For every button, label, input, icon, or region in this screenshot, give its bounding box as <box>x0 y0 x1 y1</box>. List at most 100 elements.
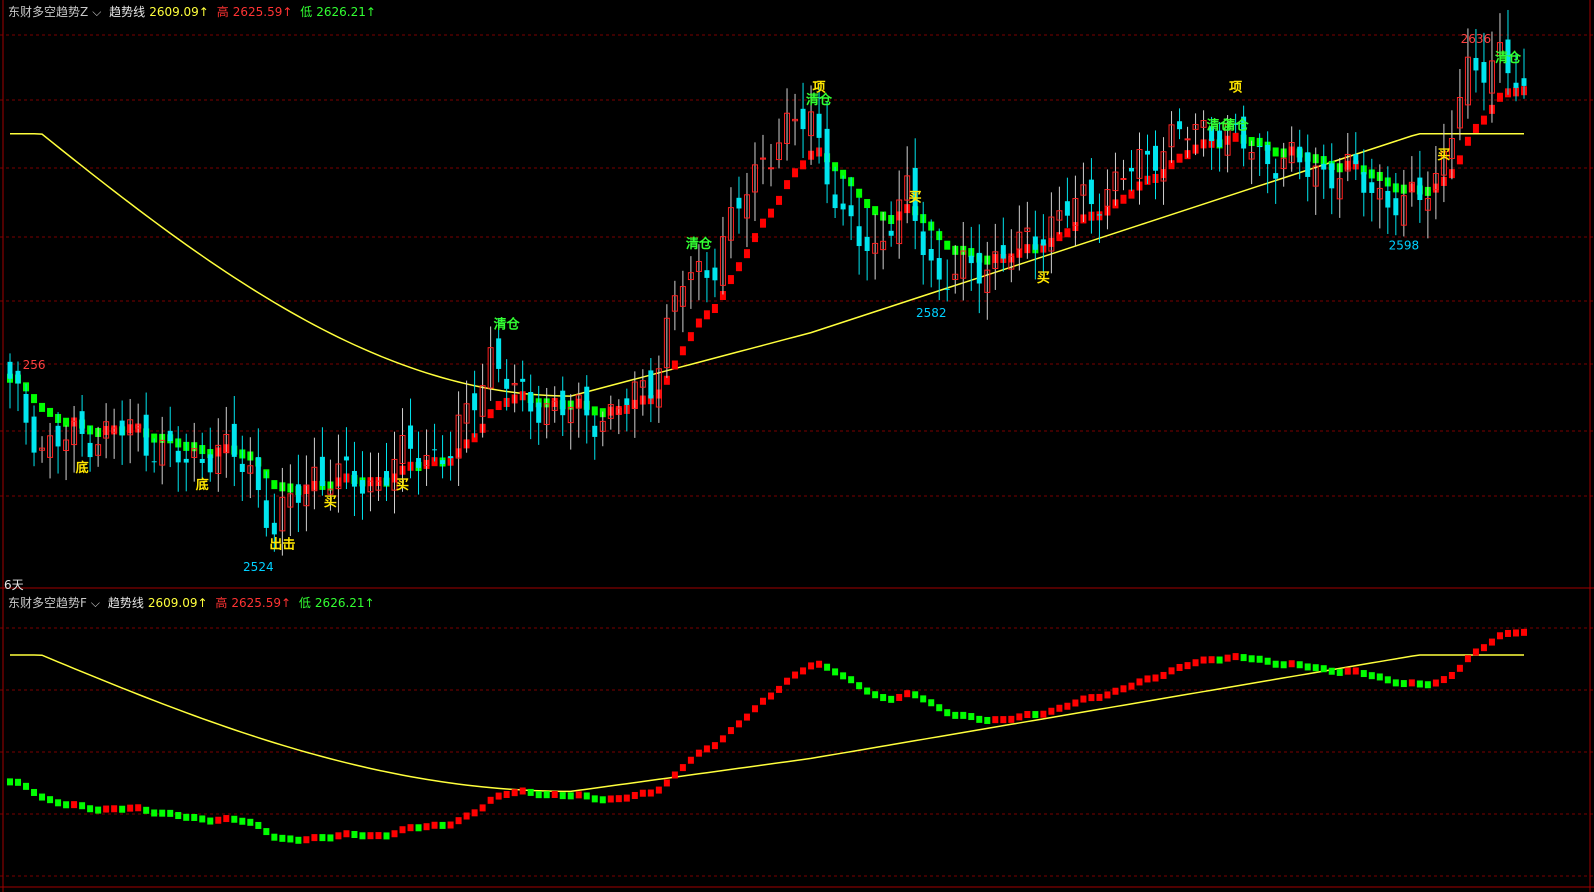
bottom-high-value: 2625.59↑ <box>231 596 292 610</box>
trend-block <box>759 218 766 228</box>
trend-block-lower <box>776 685 783 693</box>
trend-block-lower <box>1184 662 1191 670</box>
candle-body <box>712 267 718 281</box>
candle-body <box>255 457 261 491</box>
trend-block-lower <box>559 792 566 800</box>
trend-block-lower <box>1480 644 1487 652</box>
trend-block-lower <box>295 836 302 844</box>
trend-block-lower <box>816 660 823 668</box>
trend-block <box>687 332 694 342</box>
trend-block-lower <box>1464 655 1471 663</box>
trend-block-lower <box>1224 654 1231 662</box>
signal-label: 买 <box>324 495 337 510</box>
bottom-trend-value: 2609.09↑ <box>147 596 208 610</box>
price-mark: 256 <box>23 358 46 372</box>
trend-block <box>671 360 678 370</box>
trend-block-lower <box>423 823 430 831</box>
trend-block-lower <box>263 828 270 836</box>
trend-block-lower <box>1168 667 1175 675</box>
trend-block-lower <box>639 789 646 797</box>
trend-block-lower <box>1216 656 1223 664</box>
trend-block-lower <box>631 791 638 799</box>
candle-body <box>1321 163 1327 170</box>
trend-block-lower <box>751 705 758 713</box>
trend-block-lower <box>1008 715 1015 723</box>
trend-block-lower <box>687 756 694 764</box>
candle-body <box>1297 146 1303 163</box>
trend-block-lower <box>519 787 526 795</box>
candle-body <box>231 423 237 457</box>
candle-body <box>15 370 21 384</box>
trend-block-lower <box>1256 655 1263 663</box>
trend-block-lower <box>1280 661 1287 669</box>
candle-body <box>1305 152 1311 177</box>
trend-block-lower <box>1128 682 1135 690</box>
candle-body <box>440 460 446 464</box>
candle-body <box>383 471 389 486</box>
trend-block-lower <box>359 832 366 840</box>
trend-block-lower <box>95 806 102 814</box>
trend-block-lower <box>1504 629 1511 637</box>
trend-block-lower <box>247 818 254 826</box>
candle-body <box>1417 177 1423 201</box>
candle-body <box>87 442 93 458</box>
chevron-down-icon[interactable]: ⌵ <box>91 596 100 610</box>
trend-block <box>864 199 871 209</box>
trend-block-lower <box>904 690 911 698</box>
candle-body <box>1064 201 1070 216</box>
trend-block-lower <box>727 727 734 735</box>
candle-body <box>1177 121 1183 130</box>
trend-block-lower <box>1024 710 1031 718</box>
signal-label: 项 <box>1229 80 1242 95</box>
trend-block-lower <box>663 779 670 787</box>
top-high-value: 2625.59↑ <box>232 5 293 19</box>
trend-block-lower <box>1344 667 1351 675</box>
trend-block-lower <box>1368 672 1375 680</box>
trend-block-lower <box>511 789 518 797</box>
signal-label: 买 <box>1437 148 1450 163</box>
trend-block-lower <box>1424 681 1431 689</box>
candle-body <box>1040 239 1046 246</box>
top-indicator-name[interactable]: 东财多空趋势Z <box>8 5 88 19</box>
chevron-down-icon[interactable]: ⌵ <box>92 5 101 19</box>
candle-body <box>816 113 822 138</box>
candle-body <box>359 480 365 494</box>
trend-block-lower <box>15 778 22 786</box>
candle-body <box>1369 182 1375 193</box>
trend-block-lower <box>1160 671 1167 679</box>
trend-block-lower <box>551 790 558 798</box>
candle-body <box>1257 146 1263 148</box>
trend-block <box>1232 132 1239 142</box>
trend-block-lower <box>167 809 174 817</box>
trend-block-lower <box>103 805 110 813</box>
trend-block-lower <box>1192 659 1199 667</box>
candle-body <box>119 420 125 436</box>
candle-body <box>848 205 854 217</box>
trend-block-lower <box>1032 711 1039 719</box>
trend-block-lower <box>311 834 318 842</box>
trend-block-lower <box>759 697 766 705</box>
trend-block <box>63 417 70 427</box>
trend-block-lower <box>888 695 895 703</box>
trend-block-lower <box>1392 679 1399 687</box>
candle-body <box>1000 245 1006 259</box>
trend-block-lower <box>1376 673 1383 681</box>
trend-block-lower <box>199 815 206 823</box>
trend-block-lower <box>1352 667 1359 675</box>
bottom-indicator-name[interactable]: 东财多空趋势F <box>8 596 87 610</box>
trend-block-lower <box>303 836 310 844</box>
trend-block-lower <box>808 662 815 670</box>
kline-chart[interactable]: 2562524258225982636底底出击买买清仓清仓项清仓买买项清仓清仓买… <box>0 0 1594 892</box>
candle-body <box>936 258 942 280</box>
trend-block-lower <box>487 796 494 804</box>
trend-block-lower <box>679 764 686 772</box>
trend-block-lower <box>119 805 126 813</box>
trend-block <box>1464 136 1471 146</box>
trend-block-lower <box>31 788 38 796</box>
trend-block-lower <box>952 711 959 719</box>
signal-label: 买 <box>909 190 922 205</box>
trend-block-lower <box>768 692 775 700</box>
trend-block-lower <box>832 668 839 676</box>
trend-block <box>1064 228 1071 238</box>
candle-body <box>592 425 598 437</box>
